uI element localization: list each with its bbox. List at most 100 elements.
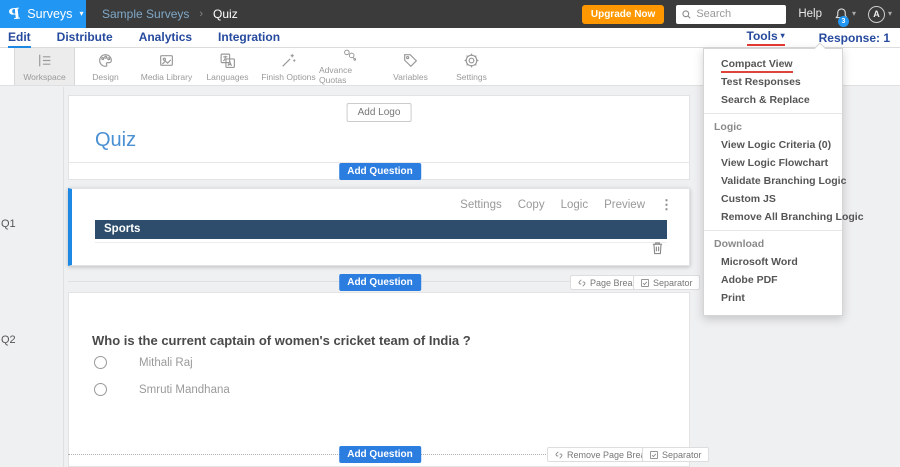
response-count[interactable]: Response: 1 xyxy=(819,31,890,45)
answer-option-label: Smruti Mandhana xyxy=(139,383,230,396)
question-block-q1[interactable]: Settings Copy Logic Preview ⋮ Sports xyxy=(68,188,690,266)
chevron-down-icon: ▾ xyxy=(851,9,856,18)
notifications-button[interactable]: 3 ▾ xyxy=(834,7,856,27)
help-link[interactable]: Help xyxy=(798,8,822,20)
remove-page-break-button[interactable]: Remove Page Break xyxy=(547,447,658,462)
separator-label: Separator xyxy=(662,449,702,460)
survey-builder-screen: P Surveys ▾ Sample Surveys › Quiz Upgrad… xyxy=(0,0,900,467)
finish-options-icon xyxy=(282,53,296,67)
add-question-button-top[interactable]: Add Question xyxy=(339,163,421,180)
menu-item-custom-js[interactable]: Custom JS xyxy=(704,190,842,208)
question-block-q2[interactable]: Who is the current captain of women's cr… xyxy=(68,292,690,467)
menu-item-view-logic-flowchart[interactable]: View Logic Flowchart xyxy=(704,154,842,172)
advance-quotas-icon xyxy=(344,49,357,61)
separator-icon xyxy=(641,278,649,287)
radio-button-icon[interactable] xyxy=(94,356,107,369)
separator-button-top[interactable]: Separator xyxy=(633,275,700,290)
questionpro-logo: P xyxy=(8,4,22,24)
menu-item-test-responses[interactable]: Test Responses xyxy=(704,73,842,91)
toolbar-item-label: Design xyxy=(92,71,119,82)
question-gutter-q2: Q2 xyxy=(1,334,16,346)
toolbar-item-label: Workspace xyxy=(23,71,66,82)
answer-option-row[interactable]: Smruti Mandhana xyxy=(94,383,230,396)
breadcrumb-separator: › xyxy=(199,8,204,20)
nav-tab-integration[interactable]: Integration xyxy=(218,28,280,48)
nav-tab-edit[interactable]: Edit xyxy=(8,28,31,48)
toolbar-item-label: Advance Quotas xyxy=(319,65,353,85)
menu-section-logic: Logic xyxy=(714,121,742,133)
page-break-icon xyxy=(555,450,563,459)
tools-label: Tools xyxy=(746,29,778,43)
toolbar-item-label: Media Library xyxy=(140,71,193,82)
section-title-bar[interactable]: Sports xyxy=(95,220,667,239)
separator-label: Separator xyxy=(653,277,693,288)
upgrade-now-button[interactable]: Upgrade Now xyxy=(581,4,665,24)
notification-count-badge: 3 xyxy=(837,15,849,27)
trash-icon xyxy=(652,242,663,255)
add-question-button-bottom[interactable]: Add Question xyxy=(339,446,421,463)
compact-view-label: Compact View xyxy=(721,58,793,73)
toolbar-item-variables[interactable]: Variables xyxy=(380,48,441,85)
search-input[interactable] xyxy=(696,8,777,20)
question-logic-link[interactable]: Logic xyxy=(561,199,589,211)
media-library-icon xyxy=(160,54,173,66)
canvas-left-divider xyxy=(63,87,64,467)
toolbar-item-label: Languages xyxy=(206,71,249,82)
question-copy-link[interactable]: Copy xyxy=(518,199,545,211)
nav-tab-analytics[interactable]: Analytics xyxy=(139,28,192,48)
search-icon xyxy=(682,9,691,19)
add-question-button-middle[interactable]: Add Question xyxy=(339,274,421,291)
tools-menu-button[interactable]: Tools ▾ xyxy=(746,29,785,46)
nav-tab-distribute[interactable]: Distribute xyxy=(57,28,113,48)
separator-icon xyxy=(650,450,658,459)
toolbar-item-languages[interactable]: Languages xyxy=(197,48,258,85)
account-menu[interactable]: A ▾ xyxy=(867,5,892,23)
menu-item-view-logic-criteria[interactable]: View Logic Criteria (0) xyxy=(704,136,842,154)
menu-item-print[interactable]: Print xyxy=(704,289,842,307)
delete-question-button[interactable] xyxy=(651,241,664,260)
avatar: A xyxy=(867,5,885,23)
toolbar-item-label: Finish Options xyxy=(261,71,316,82)
menu-item-adobe-pdf[interactable]: Adobe PDF xyxy=(704,271,842,289)
menu-item-search-replace[interactable]: Search & Replace xyxy=(704,91,842,109)
variables-icon xyxy=(404,53,418,67)
kebab-menu-icon[interactable]: ⋮ xyxy=(660,197,673,213)
radio-button-icon[interactable] xyxy=(94,383,107,396)
section-underline xyxy=(95,242,667,243)
survey-title[interactable]: Quiz xyxy=(95,129,136,152)
toolbar-item-workspace[interactable]: Workspace xyxy=(14,48,75,85)
menu-divider xyxy=(704,113,842,114)
separator-button-bottom[interactable]: Separator xyxy=(642,447,709,462)
page-break-label: Page Break xyxy=(590,277,638,288)
topbar-right-cluster: Upgrade Now Help 3 ▾ A ▾ xyxy=(581,4,900,27)
survey-nav: Edit Distribute Analytics Integration To… xyxy=(0,28,900,48)
menu-item-microsoft-word[interactable]: Microsoft Word xyxy=(704,253,842,271)
surveys-product-menu[interactable]: P Surveys ▾ xyxy=(0,0,86,28)
menu-item-validate-branching-logic[interactable]: Validate Branching Logic xyxy=(704,172,846,190)
breadcrumb-parent[interactable]: Sample Surveys xyxy=(102,7,189,21)
design-icon xyxy=(99,53,112,67)
settings-icon xyxy=(464,53,479,67)
menu-item-compact-view[interactable]: Compact View xyxy=(704,55,842,73)
breadcrumb: Sample Surveys › Quiz xyxy=(102,7,238,21)
toolbar-item-settings[interactable]: Settings xyxy=(441,48,502,85)
menu-item-remove-all-branching-logic[interactable]: Remove All Branching Logic xyxy=(704,208,864,226)
add-logo-button[interactable]: Add Logo xyxy=(346,103,412,122)
answer-option-label: Mithali Raj xyxy=(139,356,193,369)
question-action-bar: Settings Copy Logic Preview xyxy=(460,199,645,211)
toolbar-item-design[interactable]: Design xyxy=(75,48,136,85)
chevron-down-icon: ▾ xyxy=(780,31,785,40)
product-name: Surveys xyxy=(27,7,73,21)
remove-page-break-label: Remove Page Break xyxy=(567,449,651,460)
question-text[interactable]: Who is the current captain of women's cr… xyxy=(92,333,471,348)
top-bar: P Surveys ▾ Sample Surveys › Quiz Upgrad… xyxy=(0,0,900,28)
global-search xyxy=(676,4,787,24)
question-preview-link[interactable]: Preview xyxy=(604,199,645,211)
question-settings-link[interactable]: Settings xyxy=(460,199,502,211)
breadcrumb-current: Quiz xyxy=(213,7,238,21)
toolbar-item-finish-options[interactable]: Finish Options xyxy=(258,48,319,85)
toolbar-item-media-library[interactable]: Media Library xyxy=(136,48,197,85)
toolbar-item-advance-quotas[interactable]: Advance Quotas xyxy=(319,48,380,85)
answer-option-row[interactable]: Mithali Raj xyxy=(94,356,193,369)
languages-icon xyxy=(220,53,235,68)
